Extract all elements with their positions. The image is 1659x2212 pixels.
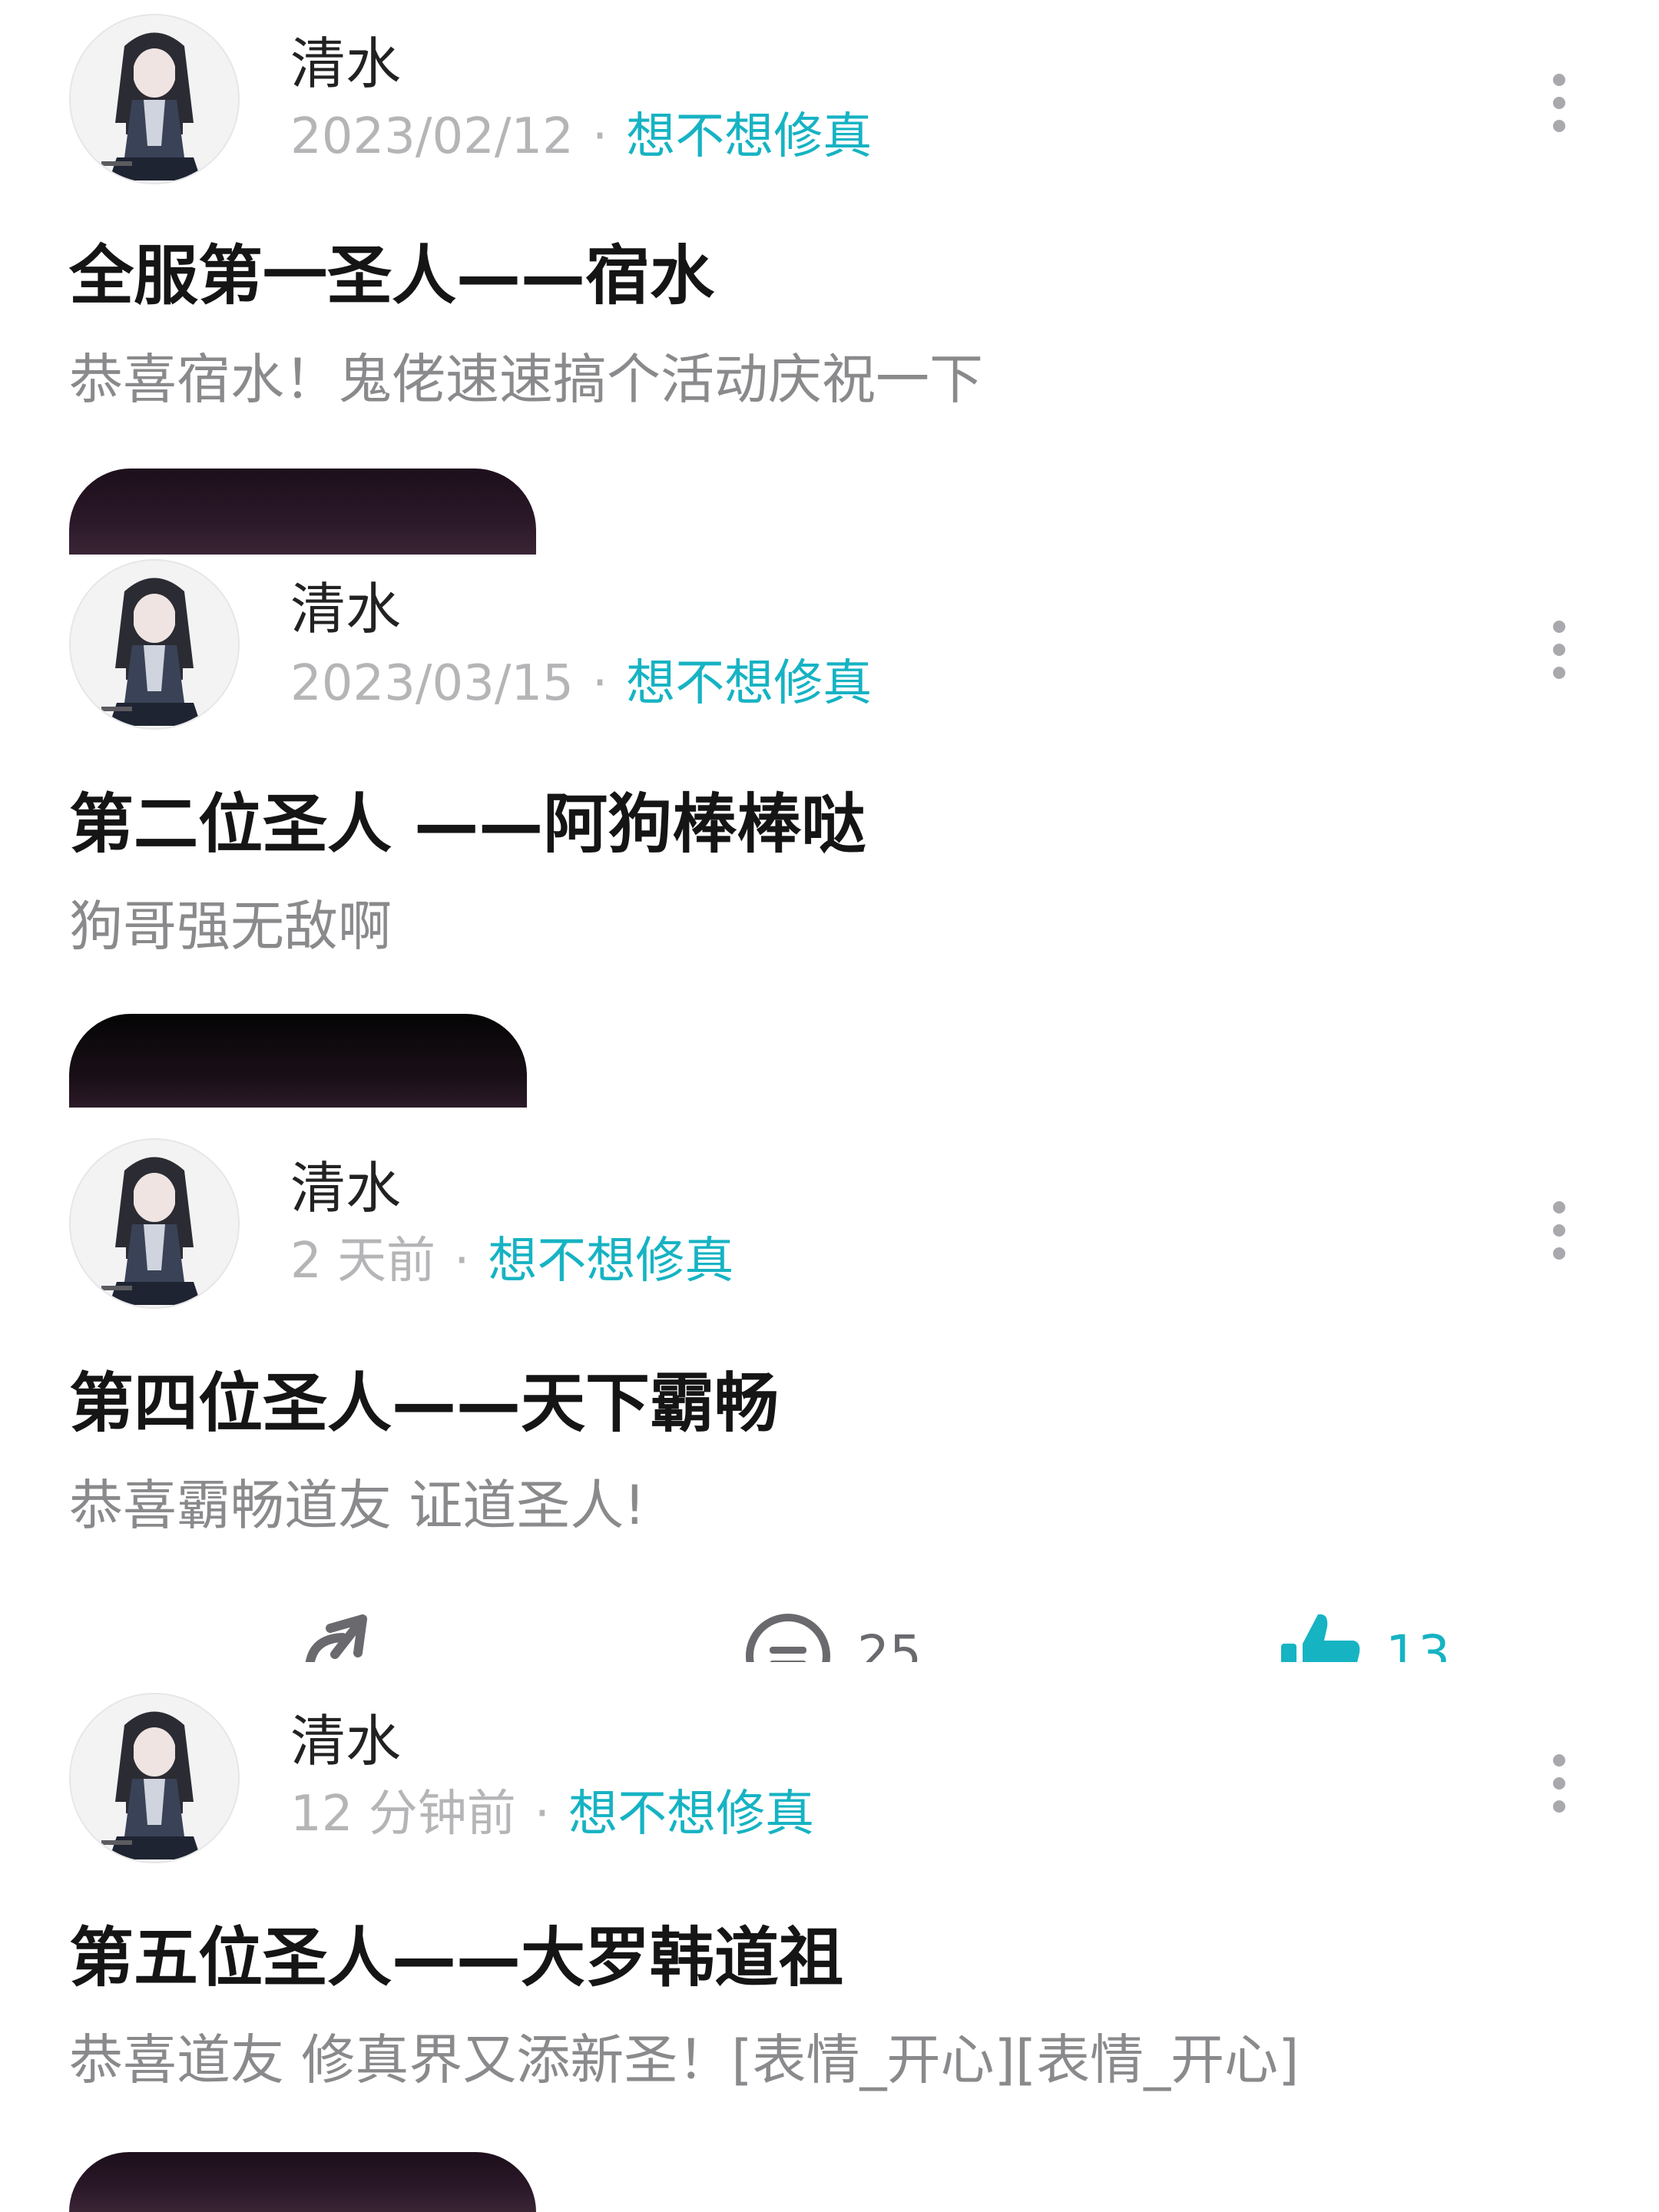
post-body[interactable]: 狗哥强无敌啊 xyxy=(69,889,392,963)
meta-separator: · xyxy=(591,655,608,712)
like-button[interactable]: 13 xyxy=(1278,1608,1450,1662)
share-button[interactable] xyxy=(296,1608,382,1662)
post-card-1[interactable]: 清水 2023/02/12 · 想不想修真 全服第一圣人——宿水 恭喜宿水！鬼佬速速… xyxy=(0,0,1659,555)
avatar-image xyxy=(71,15,238,183)
circle-link[interactable]: 想不想修真 xyxy=(488,1233,733,1290)
avatar-image xyxy=(71,561,238,728)
more-vertical-icon[interactable] xyxy=(1551,1201,1567,1260)
more-vertical-icon[interactable] xyxy=(1551,74,1567,132)
comment-button[interactable]: 25 xyxy=(742,1608,922,1662)
post-body[interactable]: 恭喜霸畅道友 证道圣人! xyxy=(69,1469,645,1542)
like-count: 13 xyxy=(1386,1624,1450,1662)
author-name[interactable]: 清水 xyxy=(290,1154,401,1223)
share-icon xyxy=(305,1614,367,1662)
thumbs-up-icon xyxy=(1281,1614,1360,1662)
post-meta: 12 分钟前 · 想不想修真 xyxy=(290,1782,814,1846)
meta-separator: · xyxy=(591,108,608,165)
author-avatar[interactable] xyxy=(69,1138,240,1309)
more-vertical-icon[interactable] xyxy=(1551,1754,1567,1813)
post-action-bar: 25 13 xyxy=(0,1608,1659,1662)
post-time: 2 天前 xyxy=(290,1233,436,1290)
post-time: 2023/03/15 xyxy=(290,655,574,712)
post-meta: 2023/03/15 · 想不想修真 xyxy=(290,651,872,716)
author-name[interactable]: 清水 xyxy=(290,575,401,644)
post-title[interactable]: 第二位圣人 ——阿狗棒棒哒 xyxy=(69,782,866,866)
author-avatar[interactable] xyxy=(69,14,240,184)
meta-separator: · xyxy=(454,1233,470,1290)
author-name[interactable]: 清水 xyxy=(290,1707,401,1776)
post-time: 12 分钟前 xyxy=(290,1786,516,1843)
more-vertical-icon[interactable] xyxy=(1551,621,1567,679)
circle-link[interactable]: 想不想修真 xyxy=(626,655,872,712)
avatar-image xyxy=(71,1140,238,1307)
post-title[interactable]: 全服第一圣人——宿水 xyxy=(69,233,714,318)
avatar-image xyxy=(71,1694,238,1862)
circle-link[interactable]: 想不想修真 xyxy=(626,108,872,165)
post-meta: 2023/02/12 · 想不想修真 xyxy=(290,104,872,169)
author-avatar[interactable] xyxy=(69,559,240,730)
post-meta: 2 天前 · 想不想修真 xyxy=(290,1229,733,1293)
post-title[interactable]: 第四位圣人——天下霸畅 xyxy=(69,1361,779,1445)
post-body[interactable]: 恭喜宿水！鬼佬速速搞个活动庆祝一下 xyxy=(69,343,983,416)
post-card-4[interactable]: 清水 12 分钟前 · 想不想修真 第五位圣人——大罗韩道祖 恭喜道友 修真界又添新… xyxy=(0,1662,1659,2212)
meta-separator: · xyxy=(534,1786,551,1843)
post-body[interactable]: 恭喜道友 修真界又添新圣！[表情_开心][表情_开心] xyxy=(69,2023,1300,2097)
circle-link[interactable]: 想不想修真 xyxy=(568,1786,814,1843)
comment-icon xyxy=(746,1614,830,1662)
post-time: 2023/02/12 xyxy=(290,108,574,165)
post-card-3[interactable]: 清水 2 天前 · 想不想修真 第四位圣人——天下霸畅 恭喜霸畅道友 证道圣人! 2… xyxy=(0,1108,1659,1662)
post-card-2[interactable]: 清水 2023/03/15 · 想不想修真 第二位圣人 ——阿狗棒棒哒 狗哥强无敌啊 xyxy=(0,555,1659,1108)
author-name[interactable]: 清水 xyxy=(290,29,401,98)
post-image[interactable] xyxy=(69,1014,527,1108)
post-image[interactable] xyxy=(69,2152,536,2212)
comment-count: 25 xyxy=(857,1624,922,1662)
post-image[interactable] xyxy=(69,469,536,555)
author-avatar[interactable] xyxy=(69,1693,240,1863)
post-title[interactable]: 第五位圣人——大罗韩道祖 xyxy=(69,1916,843,2000)
